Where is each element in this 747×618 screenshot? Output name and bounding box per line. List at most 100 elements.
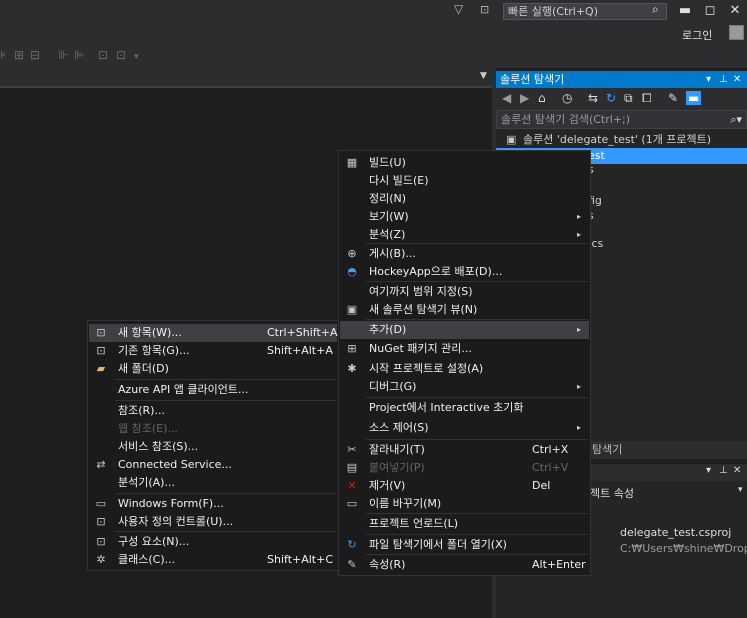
dropdown-icon[interactable]: ▾ [706, 71, 711, 88]
menu-item[interactable]: ⊡ 구성 요소(N)... [89, 533, 337, 551]
menu-item-label: 붙여넣기(P) [369, 461, 425, 474]
submenu-arrow-icon: ▸ [576, 230, 581, 239]
menu-item[interactable]: ⊡ 사용자 정의 컨트롤(U)... [89, 513, 337, 531]
refresh-icon[interactable]: ↻ [606, 91, 616, 105]
menu-item[interactable]: 웹 참조(E)... [89, 420, 337, 438]
chevron-down-icon[interactable]: ▼ [480, 71, 487, 81]
wrench-icon[interactable]: ✎ [668, 91, 678, 105]
menu-item[interactable]: ✂ 잘라내기(T) Ctrl+X [340, 441, 589, 459]
menu-item[interactable]: ✲ 클래스(C)... Shift+Alt+C [89, 551, 337, 569]
chevron-down-icon[interactable]: ▾ [738, 485, 743, 495]
show-all-files-icon[interactable]: ⧠ [642, 91, 652, 106]
menu-item[interactable]: ⊡ 기존 항목(G)... Shift+Alt+A [89, 342, 337, 360]
tab-solution-explorer[interactable]: 탐색기 [592, 443, 622, 456]
menu-separator [115, 531, 336, 532]
menu-item[interactable]: 다시 빌드(E) [340, 172, 589, 190]
menu-item-label: 웹 참조(E)... [118, 422, 178, 435]
menu-item[interactable]: 보기(W) ▸ [340, 208, 589, 226]
menu-item-shortcut: Ctrl+X [532, 443, 569, 456]
tree-row[interactable]: ▣ 솔루션 'delegate_test' (1개 프로젝트) [496, 132, 747, 148]
menu-item-shortcut: Ctrl+V [532, 461, 569, 474]
menu-item[interactable]: 디버그(G) ▸ [340, 378, 589, 396]
menu-item[interactable]: 서비스 참조(S)... [89, 438, 337, 456]
menu-item-shortcut: Alt+Enter [532, 558, 586, 571]
menu-item[interactable]: 정리(N) [340, 190, 589, 208]
minimize-button[interactable]: ▬ [673, 2, 697, 20]
menu-item[interactable]: ↻ 파일 탐색기에서 폴더 열기(X) [340, 536, 589, 554]
menu-item-label: 사용자 정의 컨트롤(U)... [118, 515, 234, 528]
menu-item[interactable]: 참조(R)... [89, 402, 337, 420]
forward-icon[interactable]: ▶ [520, 91, 529, 105]
filter-icon[interactable]: ▽ [454, 2, 463, 16]
quick-launch-input[interactable]: 빠른 실행(Ctrl+Q) [503, 3, 667, 20]
menu-item[interactable]: ✕ 제거(V) Del [340, 477, 589, 495]
collapse-icon[interactable]: ⧉ [624, 91, 633, 106]
menu-item[interactable]: 프로젝트 언로드(L) [340, 515, 589, 533]
size-icon: ⊟ [30, 48, 41, 62]
menu-item-shortcut: Shift+Alt+C [267, 553, 334, 566]
properties-section-label: 젝트 속성 [590, 487, 634, 500]
menu-item[interactable]: 분석(Z) ▸ [340, 226, 589, 244]
menu-item-label: 클래스(C)... [118, 553, 176, 566]
close-icon[interactable]: ✕ [733, 71, 741, 88]
menu-item[interactable]: ⊞ NuGet 패키지 관리... [340, 340, 589, 358]
spacing-icon: ⊫ [74, 48, 85, 62]
pin-icon[interactable]: ⊥ [719, 71, 728, 88]
maximize-button[interactable]: ◻ [698, 2, 722, 20]
menu-item[interactable]: Azure API 앱 클라이언트... [89, 381, 337, 399]
dropdown-icon[interactable]: ▾ [706, 465, 711, 476]
menu-separator [366, 319, 588, 320]
menu-item[interactable]: ▦ 빌드(U) [340, 154, 589, 172]
globe-icon: ⊕ [347, 247, 357, 260]
home-icon[interactable]: ⌂ [538, 91, 546, 105]
history-icon[interactable]: ◷ [562, 91, 572, 105]
menu-item-label: Connected Service... [118, 458, 232, 471]
menu-item-shortcut: Del [532, 479, 551, 492]
menu-item[interactable]: ▭ Windows Form(F)... [89, 495, 337, 513]
menu-item-label: HockeyApp으로 배포(D)... [369, 265, 503, 278]
submenu-arrow-icon: ▸ [576, 382, 581, 391]
preview-icon[interactable]: ▬ [686, 91, 702, 105]
close-button[interactable]: ✕ [723, 2, 747, 20]
title-bar: ▽ ⊡ 빠른 실행(Ctrl+Q) ⌕ ▬ ◻ ✕ 로그인 [0, 0, 747, 46]
search-icon[interactable]: ⌕▾ [730, 111, 742, 128]
menu-item-label: 프로젝트 언로드(L) [369, 517, 459, 530]
back-icon[interactable]: ◀ [502, 91, 511, 105]
menu-item-shortcut: Shift+Alt+A [267, 344, 333, 357]
menu-item[interactable]: 소스 제어(S) ▸ [340, 419, 589, 437]
search-placeholder: 솔루션 탐색기 검색(Ctrl+;) [501, 113, 631, 126]
pin-icon[interactable]: ⊥ [719, 465, 728, 476]
menu-item[interactable]: ▰ 새 폴더(D) [89, 360, 337, 378]
login-link[interactable]: 로그인 [682, 27, 712, 43]
submenu-arrow-icon: ▸ [576, 212, 581, 221]
menu-item[interactable]: 여기까지 범위 지정(S) [340, 283, 589, 301]
user-control-icon: ⊡ [96, 515, 106, 528]
close-icon[interactable]: ✕ [733, 465, 741, 476]
menu-item-label: 이름 바꾸기(M) [369, 497, 442, 510]
avatar[interactable] [729, 25, 744, 40]
menu-item[interactable]: ▭ 이름 바꾸기(M) [340, 495, 589, 513]
menu-item-label: Windows Form(F)... [118, 497, 224, 510]
menu-item[interactable]: ◓ HockeyApp으로 배포(D)... [340, 263, 589, 281]
menu-item[interactable]: ⊡ 새 항목(W)... Ctrl+Shift+A [89, 324, 338, 342]
menu-item[interactable]: ✎ 속성(R) Alt+Enter [340, 556, 589, 574]
menu-item[interactable]: ⇄ Connected Service... [89, 456, 337, 474]
menu-item[interactable]: ⊕ 게시(B)... [340, 245, 589, 263]
menu-item[interactable]: Project에서 Interactive 초기화 [340, 399, 589, 417]
folder-icon: ▰ [96, 362, 106, 375]
menu-item[interactable]: ▤ 붙여넣기(P) Ctrl+V [340, 459, 589, 477]
menu-separator [366, 439, 588, 440]
sync-icon[interactable]: ⇆ [588, 91, 598, 105]
connected-service-icon: ⇄ [96, 458, 106, 471]
solution-explorer-title: 솔루션 탐색기 ▾ ⊥ ✕ [496, 71, 747, 88]
solution-search-input[interactable]: 솔루션 탐색기 검색(Ctrl+;) ⌕▾ [496, 110, 747, 129]
menu-item[interactable]: ▣ 새 솔루션 탐색기 뷰(N) [340, 301, 589, 319]
feedback-icon[interactable]: ⊡ [480, 3, 489, 16]
menu-separator [366, 397, 588, 398]
menu-item[interactable]: 분석기(A)... [89, 474, 337, 492]
menu-item[interactable]: 추가(D) ▸ [340, 321, 589, 339]
search-icon[interactable]: ⌕ [652, 2, 659, 17]
menu-item-label: 새 솔루션 탐색기 뷰(N) [369, 303, 478, 316]
menu-item[interactable]: ✱ 시작 프로젝트로 설정(A) [340, 360, 589, 378]
file-path-value: C:₩Users₩shine₩Dropbox₩ [620, 542, 747, 555]
